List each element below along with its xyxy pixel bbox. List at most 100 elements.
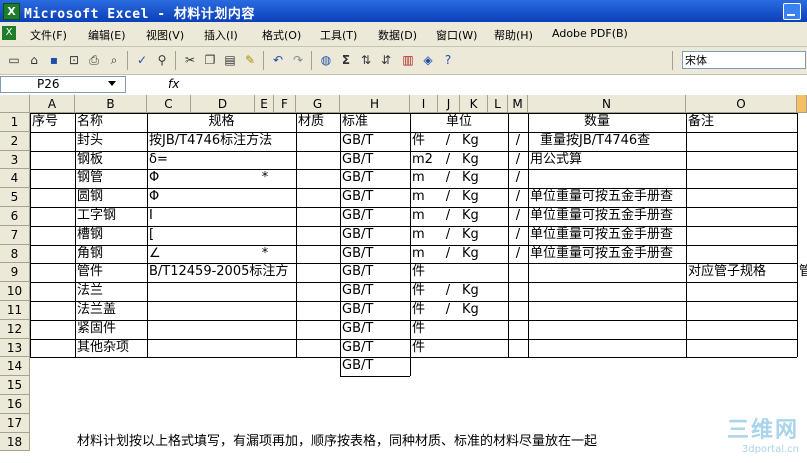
cell-il-1[interactable]: 单位 xyxy=(410,113,508,131)
cell-k-8[interactable]: Kg xyxy=(462,245,479,263)
menu-help[interactable]: 帮助(H) xyxy=(494,27,533,43)
cell-b-5[interactable]: 圆钢 xyxy=(77,188,103,206)
cell-b-2[interactable]: 封头 xyxy=(77,132,103,150)
cell-m-4[interactable]: / xyxy=(508,169,528,187)
cell-j-8[interactable]: / xyxy=(438,245,458,263)
cell-h-7[interactable]: GB/T xyxy=(342,226,373,244)
menu-insert[interactable]: 插入(I) xyxy=(204,27,238,43)
column-header-k[interactable]: K xyxy=(460,95,488,113)
cell-b-9[interactable]: 管件 xyxy=(77,263,103,281)
row-header[interactable]: 15 xyxy=(0,376,30,395)
cell-i-6[interactable]: m xyxy=(412,207,425,225)
cell-i-9[interactable]: 件 xyxy=(412,263,425,281)
cell-m-8[interactable]: / xyxy=(508,245,528,263)
row-header[interactable]: 16 xyxy=(0,395,30,414)
cell-b-8[interactable]: 角钢 xyxy=(77,245,103,263)
column-header-g[interactable]: G xyxy=(296,95,340,113)
cell-b-13[interactable]: 其他杂项 xyxy=(77,339,129,357)
cell-i-11[interactable]: 件 xyxy=(412,301,425,319)
cell-m-2[interactable]: / xyxy=(508,132,528,150)
cell-b-3[interactable]: 钢板 xyxy=(77,151,103,169)
cell-m-7[interactable]: / xyxy=(508,226,528,244)
row-header[interactable]: 17 xyxy=(0,413,30,433)
cell-i-8[interactable]: m xyxy=(412,245,425,263)
undo-icon[interactable]: ↶ xyxy=(270,52,286,68)
row-header[interactable]: 1 xyxy=(0,113,30,132)
cell-i-12[interactable]: 件 xyxy=(412,320,425,338)
cell-b-6[interactable]: 工字钢 xyxy=(77,207,116,225)
cell-c-4[interactable]: Φ xyxy=(149,169,159,187)
research-icon[interactable]: ⚲ xyxy=(154,52,170,68)
permission-icon[interactable]: ⊡ xyxy=(66,52,82,68)
cell-n-2[interactable]: 重量按JB/T4746查 xyxy=(540,132,650,150)
row-header[interactable]: 12 xyxy=(0,319,30,339)
cell-k-10[interactable]: Kg xyxy=(462,282,479,300)
row-header[interactable]: 13 xyxy=(0,338,30,358)
cell-b-4[interactable]: 钢管 xyxy=(77,169,103,187)
cell-p-9[interactable]: 管 xyxy=(799,263,807,281)
menu-adobe-pdf[interactable]: Adobe PDF(B) xyxy=(552,27,628,40)
cell-b-11[interactable]: 法兰盖 xyxy=(77,301,116,319)
excel-app-icon[interactable]: X xyxy=(3,3,20,20)
copy-icon[interactable]: ❐ xyxy=(202,52,218,68)
row-header[interactable]: 6 xyxy=(0,207,30,226)
cell-h-3[interactable]: GB/T xyxy=(342,151,373,169)
column-header-m[interactable]: M xyxy=(508,95,528,113)
help-icon[interactable]: ? xyxy=(440,52,456,68)
column-header-f[interactable]: F xyxy=(274,95,296,113)
cell-o-1[interactable]: 备注 xyxy=(688,113,714,131)
column-header-l[interactable]: L xyxy=(488,95,508,113)
cell-k-5[interactable]: Kg xyxy=(462,188,479,206)
column-header-n[interactable]: N xyxy=(528,95,686,113)
cell-c-5[interactable]: Φ xyxy=(149,188,159,206)
print-icon[interactable]: ⎙ xyxy=(86,52,102,68)
column-header-a[interactable]: A xyxy=(30,95,75,113)
paste-icon[interactable]: ▤ xyxy=(222,52,238,68)
cell-j-4[interactable]: / xyxy=(438,169,458,187)
cell-b-10[interactable]: 法兰 xyxy=(77,282,103,300)
cell-e-4[interactable]: * xyxy=(255,169,275,187)
cell-h-10[interactable]: GB/T xyxy=(342,282,373,300)
cell-j-2[interactable]: / xyxy=(438,132,458,150)
name-box-dropdown-icon[interactable] xyxy=(108,81,116,86)
select-all-corner[interactable] xyxy=(0,95,30,113)
menu-view[interactable]: 视图(V) xyxy=(146,27,184,43)
cell-m-6[interactable]: / xyxy=(508,207,528,225)
cell-b-12[interactable]: 紧固件 xyxy=(77,320,116,338)
cell-h-9[interactable]: GB/T xyxy=(342,263,373,281)
cell-i-7[interactable]: m xyxy=(412,226,425,244)
cell-m-3[interactable]: / xyxy=(508,151,528,169)
column-header-o[interactable]: O xyxy=(686,95,797,113)
cell-g-1[interactable]: 材质 xyxy=(298,113,324,131)
cell-j-5[interactable]: / xyxy=(438,188,458,206)
cell-c-8[interactable]: ∠ xyxy=(149,245,161,263)
fx-icon[interactable]: fx xyxy=(168,77,179,91)
cell-cf-2[interactable]: 按JB/T4746标注方法 xyxy=(149,132,272,150)
spelling-icon[interactable]: ✓ xyxy=(134,52,150,68)
cell-h-13[interactable]: GB/T xyxy=(342,339,373,357)
column-header-c[interactable]: C xyxy=(147,95,191,113)
cell-b-1[interactable]: 名称 xyxy=(77,113,103,131)
cell-m-5[interactable]: / xyxy=(508,188,528,206)
sort-ascending-icon[interactable]: ⇅ xyxy=(358,52,374,68)
cell-c-7[interactable]: [ xyxy=(149,226,154,244)
cell-h-1[interactable]: 标准 xyxy=(342,113,368,131)
cell-h-2[interactable]: GB/T xyxy=(342,132,373,150)
row-header[interactable]: 5 xyxy=(0,188,30,207)
row-header[interactable]: 2 xyxy=(0,131,30,151)
cell-n-6[interactable]: 单位重量可按五金手册查 xyxy=(530,207,673,225)
cell-j-10[interactable]: / xyxy=(438,282,458,300)
cell-i-4[interactable]: m xyxy=(412,169,425,187)
cell-h-14[interactable]: GB/T xyxy=(342,357,373,375)
save-icon[interactable]: ▪ xyxy=(46,52,62,68)
menu-format[interactable]: 格式(O) xyxy=(262,27,301,43)
column-header-j[interactable]: J xyxy=(438,95,460,113)
cell-i-13[interactable]: 件 xyxy=(412,339,425,357)
cell-h-8[interactable]: GB/T xyxy=(342,245,373,263)
cell-cf-3[interactable]: δ= xyxy=(149,151,168,169)
cell-cf-9[interactable]: B/T12459-2005标注方 xyxy=(149,263,288,281)
row-header[interactable]: 4 xyxy=(0,169,30,189)
autosum-icon[interactable]: Σ xyxy=(338,52,354,68)
menu-data[interactable]: 数据(D) xyxy=(378,27,417,43)
hyperlink-icon[interactable]: ◍ xyxy=(318,52,334,68)
